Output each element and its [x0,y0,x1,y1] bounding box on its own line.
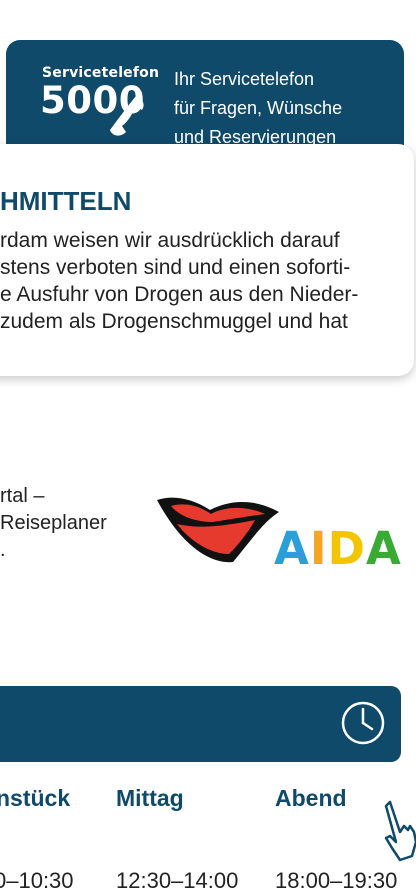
phone-icon [110,96,144,136]
aida-lips-logo [157,497,279,563]
clock-icon [341,701,385,745]
service-description: Ihr Servicetelefon für Fragen, Wünsche u… [174,69,343,147]
notice-title: HMITTELN [0,186,132,216]
aida-wordmark: AIDA [274,522,402,575]
meal-heading-dinner: Abend [275,785,347,811]
swipe-hand-icon [384,800,416,862]
meal-time-lunch: 12:30–14:00 [116,868,239,893]
meal-heading-lunch: Mittag [116,785,184,811]
meal-time-dinner: 18:00–19:30 [275,868,398,893]
portal-text[interactable]: rtal – Reiseplaner . [0,483,107,564]
meal-time-breakfast: 0–10:30 [0,868,74,893]
notice-body: rdam weisen wir ausdrücklich darauf sten… [0,229,359,333]
meal-heading-breakfast: nstück [0,785,71,811]
